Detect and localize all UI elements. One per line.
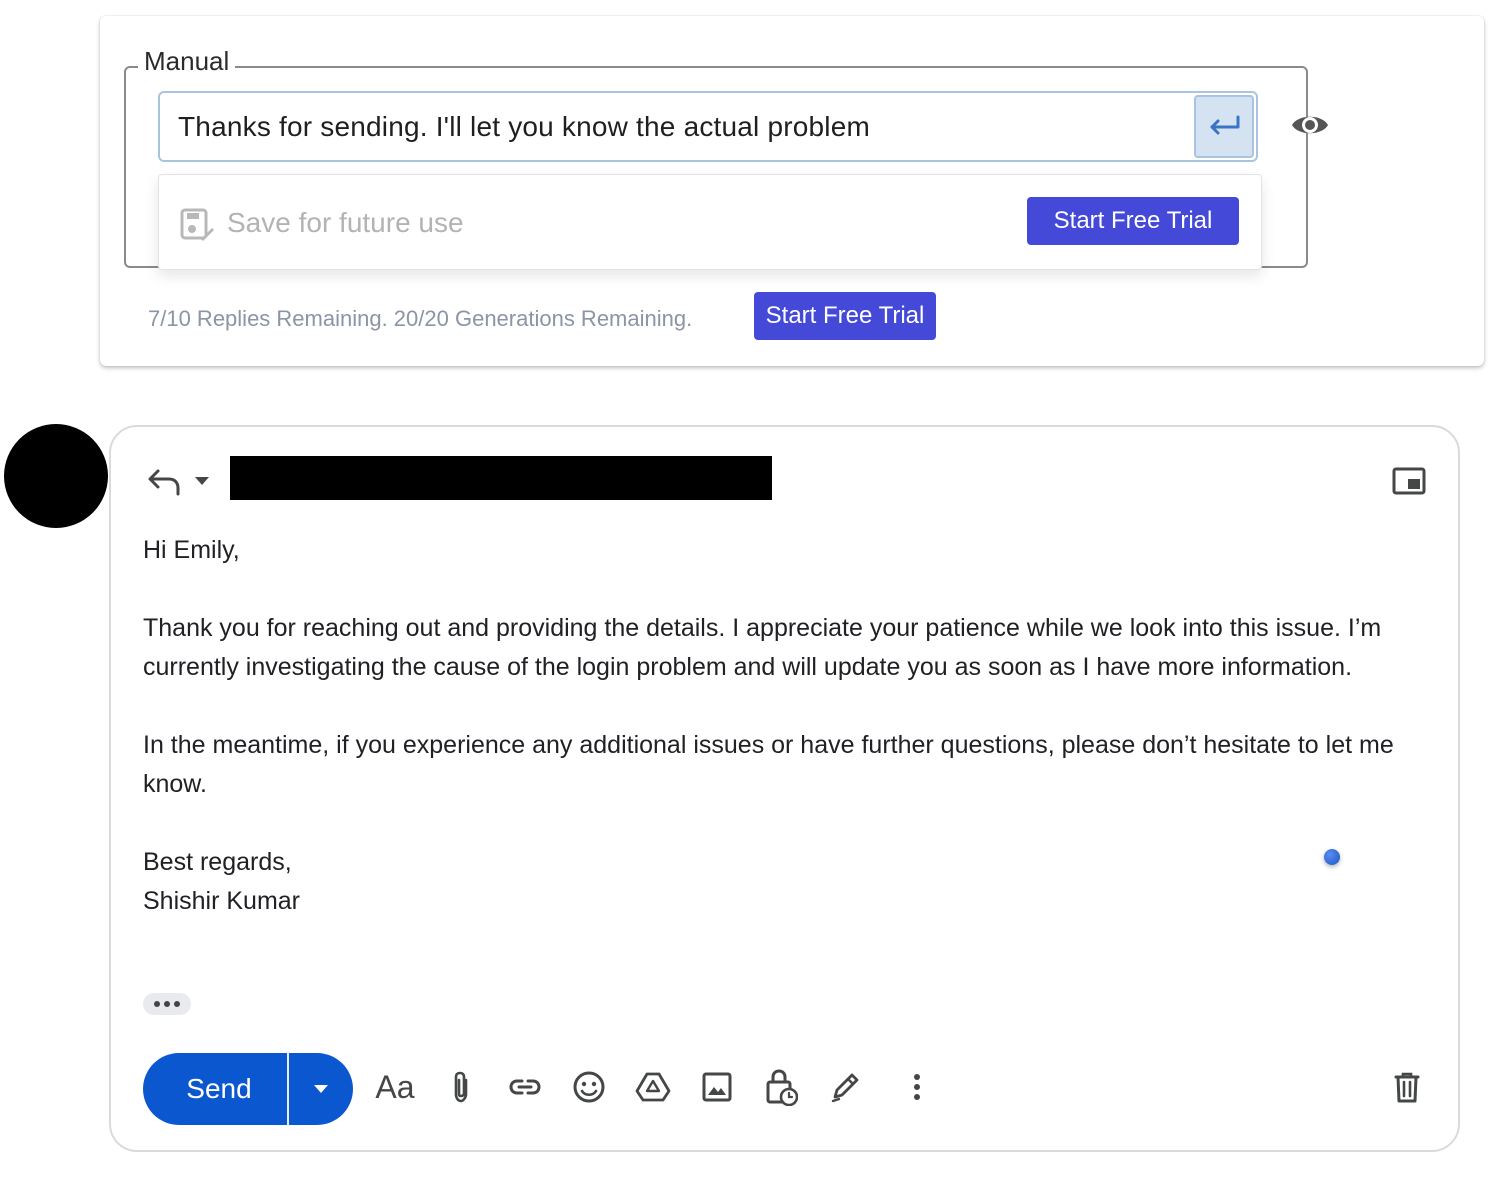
show-trimmed-content-button[interactable] — [143, 993, 191, 1015]
attach-icon — [454, 1071, 468, 1103]
manual-prompt-text[interactable]: Thanks for sending. I'll let you know th… — [178, 93, 870, 160]
emoji-icon — [573, 1071, 605, 1103]
manual-legend: Manual — [138, 46, 236, 76]
ai-reply-panel: Manual Thanks for sending. I'll let you … — [100, 16, 1484, 366]
signoff-line: Best regards, — [143, 848, 292, 876]
insert-link-button[interactable] — [505, 1067, 545, 1107]
drive-icon — [635, 1072, 671, 1102]
insert-emoji-button[interactable] — [569, 1067, 609, 1107]
manual-prompt-field[interactable]: Thanks for sending. I'll let you know th… — [158, 91, 1258, 162]
send-button[interactable]: Send — [143, 1053, 287, 1125]
insert-photo-button[interactable] — [697, 1067, 737, 1107]
formatting-label: Aa — [375, 1069, 415, 1105]
send-button-group: Send — [143, 1053, 353, 1125]
greeting-line: Hi Emily, — [143, 536, 240, 564]
link-icon — [509, 1079, 541, 1095]
save-for-future-label[interactable]: Save for future use — [227, 203, 464, 243]
body-paragraph-2: In the meantime, if you experience any a… — [143, 731, 1394, 798]
send-options-button[interactable] — [289, 1053, 353, 1125]
send-divider — [287, 1053, 289, 1125]
signature-pen-icon — [831, 1073, 859, 1103]
remaining-quota-text: 7/10 Replies Remaining. 20/20 Generation… — [148, 306, 693, 331]
start-free-trial-button[interactable]: Start Free Trial — [1027, 197, 1239, 245]
discard-draft-button[interactable] — [1387, 1067, 1427, 1107]
insert-drive-button[interactable] — [633, 1067, 673, 1107]
popout-icon[interactable] — [1392, 467, 1426, 495]
photo-icon — [702, 1072, 732, 1102]
eye-icon[interactable] — [1290, 110, 1330, 140]
save-suggestion-dropdown: Save for future use Start Free Trial — [158, 174, 1262, 270]
formatting-options-button[interactable]: Aa — [375, 1067, 415, 1107]
insert-signature-button[interactable] — [825, 1067, 865, 1107]
recipient-field-redacted[interactable] — [230, 456, 772, 500]
more-options-button[interactable] — [897, 1067, 937, 1107]
send-options-caret-icon — [314, 1085, 328, 1093]
save-template-icon — [180, 208, 214, 241]
signature-line: Shishir Kumar — [143, 887, 300, 915]
submit-prompt-button[interactable] — [1194, 95, 1254, 158]
trash-icon — [1394, 1072, 1420, 1103]
avatar — [4, 424, 108, 528]
reply-compose-box: Hi Emily, Thank you for reaching out and… — [109, 425, 1460, 1152]
status-dot — [1324, 849, 1340, 865]
attach-button[interactable] — [441, 1067, 481, 1107]
more-options-icon — [914, 1074, 920, 1100]
reply-type-caret-icon[interactable] — [193, 475, 211, 487]
body-paragraph-1: Thank you for reaching out and providing… — [143, 614, 1382, 681]
message-body[interactable]: Hi Emily, Thank you for reaching out and… — [143, 531, 1423, 921]
confidential-mode-button[interactable] — [761, 1067, 801, 1107]
start-free-trial-button-footer[interactable]: Start Free Trial — [754, 292, 936, 340]
reply-icon[interactable] — [147, 467, 181, 497]
confidential-lock-icon — [766, 1069, 798, 1106]
enter-icon — [1210, 115, 1240, 134]
